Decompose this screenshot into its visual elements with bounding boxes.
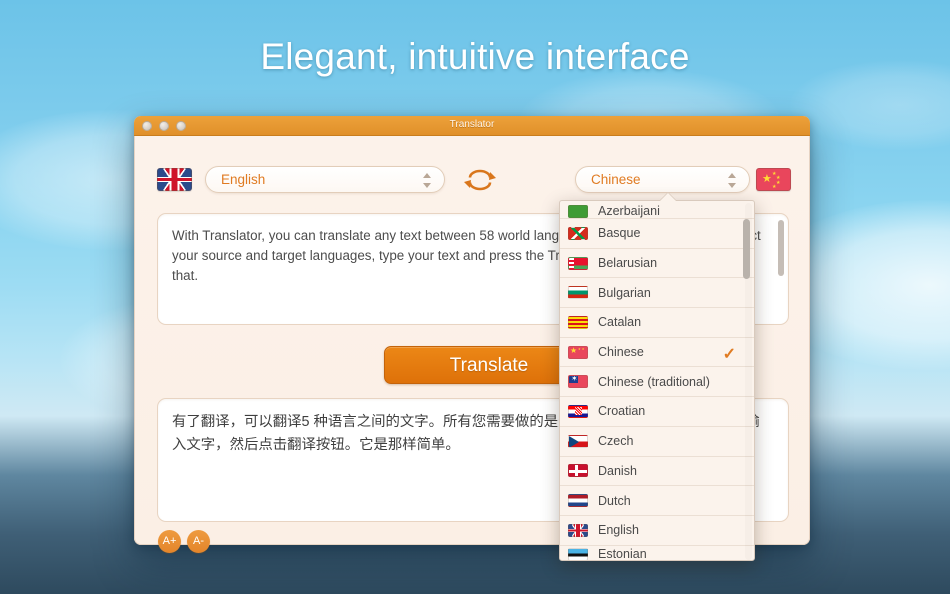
swap-languages-button[interactable]: [460, 168, 500, 192]
dropdown-item[interactable]: Czech: [560, 427, 754, 457]
language-bar: English Chinese ★ ★ ★ ★ ★: [135, 136, 809, 198]
china-flag-icon: [568, 345, 588, 359]
dropdown-item[interactable]: Chinese✓: [560, 338, 754, 368]
swap-arrows-icon: [464, 169, 496, 191]
dropdown-item[interactable]: Dutch: [560, 486, 754, 516]
dropdown-item[interactable]: Chinese (traditional): [560, 367, 754, 398]
azerbaijan-flag-icon: [568, 205, 588, 218]
stepper-icon[interactable]: [423, 172, 432, 189]
dropdown-item-label: Belarusian: [598, 256, 658, 271]
dropdown-item[interactable]: Belarusian: [560, 249, 754, 279]
uk-flag-icon: [568, 523, 588, 537]
dropdown-caret-icon: [660, 193, 676, 201]
uk-flag-icon: [157, 168, 192, 191]
dropdown-item-label: Bulgarian: [598, 285, 651, 300]
dropdown-list: Azerbaijani Basque Belarusian Bulgarian Cata…: [560, 201, 754, 561]
dropdown-item[interactable]: Croatian: [560, 397, 754, 427]
bulgaria-flag-icon: [568, 286, 588, 300]
dropdown-scrollbar-thumb[interactable]: [743, 219, 750, 279]
dropdown-item-label: Chinese (traditional): [598, 374, 710, 389]
target-language-value: Chinese: [591, 172, 641, 187]
page-root: Elegant, intuitive interface Translator …: [0, 0, 950, 594]
language-dropdown-menu[interactable]: Azerbaijani Basque Belarusian Bulgarian Cata…: [559, 200, 755, 561]
belarus-flag-icon: [568, 256, 588, 270]
window-title: Translator: [449, 119, 495, 130]
denmark-flag-icon: [568, 464, 588, 478]
stepper-icon[interactable]: [728, 172, 737, 189]
page-headline: Elegant, intuitive interface: [260, 36, 690, 77]
target-language-select[interactable]: Chinese: [575, 166, 750, 193]
source-language-select[interactable]: English: [205, 166, 445, 193]
dropdown-scrollbar-track[interactable]: [743, 203, 752, 560]
estonia-flag-icon: [568, 547, 588, 560]
source-scrollbar[interactable]: [778, 220, 784, 316]
dropdown-item-label: Croatian: [598, 404, 646, 419]
dropdown-item-label: Basque: [598, 226, 641, 241]
dropdown-item[interactable]: Danish: [560, 457, 754, 487]
china-flag-icon: ★ ★ ★ ★ ★: [756, 168, 791, 191]
font-increase-button[interactable]: A+: [158, 530, 181, 553]
basque-flag-icon: [568, 226, 588, 240]
dropdown-item-label: English: [598, 523, 639, 538]
dropdown-item[interactable]: Basque: [560, 219, 754, 249]
dropdown-item-label: Dutch: [598, 493, 631, 508]
dropdown-item[interactable]: English: [560, 516, 754, 546]
dropdown-item-label: Danish: [598, 463, 637, 478]
check-icon: ✓: [722, 345, 736, 363]
croatia-flag-icon: [568, 404, 588, 418]
czech-flag-icon: [568, 434, 588, 448]
font-decrease-button[interactable]: A-: [187, 530, 210, 553]
source-scrollbar-thumb[interactable]: [778, 220, 784, 276]
window-titlebar: Translator: [134, 116, 810, 136]
netherlands-flag-icon: [568, 494, 588, 508]
catalan-flag-icon: [568, 315, 588, 329]
dropdown-item[interactable]: Bulgarian: [560, 278, 754, 309]
window-body: English Chinese ★ ★ ★ ★ ★ With Translato…: [134, 136, 810, 561]
dropdown-item-label: Czech: [598, 434, 634, 449]
dropdown-item-label: Catalan: [598, 315, 642, 330]
dropdown-item-label: Estonian: [598, 547, 647, 561]
dropdown-item[interactable]: Estonian: [560, 546, 754, 561]
dropdown-item[interactable]: Azerbaijani: [560, 201, 754, 219]
source-language-value: English: [221, 172, 266, 187]
dropdown-item-label: Azerbaijani: [598, 204, 660, 218]
taiwan-flag-icon: [568, 375, 588, 389]
translator-window: Translator English Chinese ★ ★ ★ ★ ★ Wit…: [134, 116, 810, 561]
dropdown-item[interactable]: Catalan: [560, 308, 754, 338]
